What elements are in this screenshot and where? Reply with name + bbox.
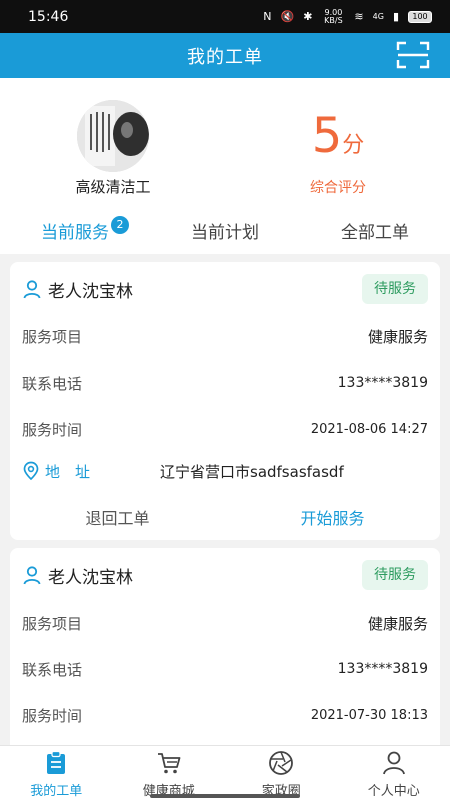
service-time-value: 2021-08-06 14:27 — [310, 421, 428, 437]
address-label: 地 址 — [45, 462, 91, 481]
score-label: 综合评分 — [310, 180, 366, 196]
tab-all-orders[interactable]: 全部工单 — [300, 212, 450, 252]
elder-name: 老人沈宝林 — [48, 567, 133, 588]
clipboard-icon — [47, 750, 66, 774]
phone-value[interactable]: 133****3819 — [338, 375, 428, 391]
score-value: 5 — [311, 108, 343, 164]
tab-current-plan[interactable]: 当前计划 — [150, 212, 300, 252]
address-value: 辽宁省营口市sadfsasfasdf — [160, 462, 344, 481]
page-title: 我的工单 — [187, 46, 263, 68]
service-time-label: 服务时间 — [22, 706, 83, 725]
service-item-label: 服务项目 — [22, 327, 83, 346]
address-label-group: 地 址 — [22, 461, 160, 482]
phone-row: 联系电话 133****3819 — [22, 655, 428, 683]
scan-icon[interactable] — [396, 41, 430, 69]
service-time-row: 服务时间 2021-07-30 18:13 — [22, 701, 428, 729]
bottom-nav: 我的工单 健康商城 家政圈 个人中心 — [0, 745, 450, 800]
status-badge: 待服务 — [362, 560, 428, 590]
score-unit: 分 — [342, 133, 365, 158]
address-row: 地 址 辽宁省营口市sadfsasfasdf — [22, 457, 428, 485]
service-item-label: 服务项目 — [22, 614, 83, 633]
order-card[interactable]: 老人沈宝林 待服务 服务项目 健康服务 联系电话 133****3819 服务时… — [10, 548, 440, 758]
order-tabs: 当前服务 2 当前计划 全部工单 — [0, 212, 450, 252]
status-icons: N 🔇 ✱ 9.00 KB/S ≋ 4G ▮ 100 — [263, 7, 432, 25]
phone-row: 联系电话 133****3819 — [22, 369, 428, 397]
nav-personal-center[interactable]: 个人中心 — [338, 746, 450, 800]
battery-icon: 100 — [408, 10, 432, 23]
service-time-row: 服务时间 2021-08-06 14:27 — [22, 415, 428, 443]
order-card[interactable]: 老人沈宝林 待服务 服务项目 健康服务 联系电话 133****3819 服务时… — [10, 262, 440, 540]
service-time-label: 服务时间 — [22, 420, 83, 439]
card-header: 老人沈宝林 待服务 — [22, 274, 428, 304]
tab-label: 当前服务 — [41, 223, 109, 243]
service-item-value: 健康服务 — [367, 614, 428, 633]
home-indicator[interactable] — [150, 794, 300, 798]
profile-panel: 高级清洁工 5分 综合评分 当前服务 2 当前计划 全部工单 — [0, 78, 450, 254]
wifi-icon: ≋ — [354, 10, 364, 23]
nav-label: 个人中心 — [367, 784, 420, 799]
signal-label: 4G — [372, 12, 384, 21]
cart-icon — [157, 753, 181, 774]
signal-icon: ▮ — [392, 10, 399, 23]
phone-label: 联系电话 — [22, 660, 83, 679]
bluetooth-icon: ✱ — [303, 10, 313, 23]
nav-health-mall[interactable]: 健康商城 — [113, 746, 226, 800]
tab-label: 当前计划 — [191, 223, 259, 243]
app-header: 我的工单 — [0, 33, 450, 78]
nav-my-orders[interactable]: 我的工单 — [0, 746, 113, 800]
start-service-button[interactable]: 开始服务 — [225, 502, 440, 536]
nav-label: 我的工单 — [30, 784, 83, 799]
card-actions: 退回工单 开始服务 — [10, 502, 440, 536]
status-badge: 待服务 — [362, 274, 428, 304]
phone-label: 联系电话 — [22, 374, 83, 393]
net-speed: 9.00 KB/S — [324, 7, 343, 25]
tab-label: 全部工单 — [341, 223, 409, 243]
tab-badge: 2 — [111, 216, 129, 234]
avatar[interactable] — [77, 100, 149, 172]
status-time: 15:46 — [28, 8, 69, 25]
phone-value[interactable]: 133****3819 — [338, 661, 428, 677]
status-bar: 15:46 N 🔇 ✱ 9.00 KB/S ≋ 4G ▮ 100 — [0, 0, 450, 33]
person-icon — [23, 280, 41, 299]
elder-name: 老人沈宝林 — [48, 281, 133, 302]
service-item-row: 服务项目 健康服务 — [22, 322, 428, 350]
job-title: 高级清洁工 — [75, 178, 151, 196]
reject-order-button[interactable]: 退回工单 — [10, 502, 225, 536]
mute-icon: 🔇 — [280, 10, 295, 23]
service-time-value: 2021-07-30 18:13 — [310, 707, 428, 723]
nav-housekeeping-circle[interactable]: 家政圈 — [225, 746, 338, 800]
person-icon — [23, 566, 41, 585]
card-header: 老人沈宝林 待服务 — [22, 560, 428, 590]
service-item-value: 健康服务 — [367, 327, 428, 346]
tab-current-service[interactable]: 当前服务 2 — [0, 212, 150, 252]
location-pin-icon — [23, 461, 39, 481]
nfc-icon: N — [263, 10, 272, 23]
avatar-image — [77, 100, 149, 172]
aperture-icon — [269, 751, 294, 775]
person-icon — [382, 751, 405, 775]
score-display: 5分 — [290, 108, 386, 164]
service-item-row: 服务项目 健康服务 — [22, 609, 428, 637]
